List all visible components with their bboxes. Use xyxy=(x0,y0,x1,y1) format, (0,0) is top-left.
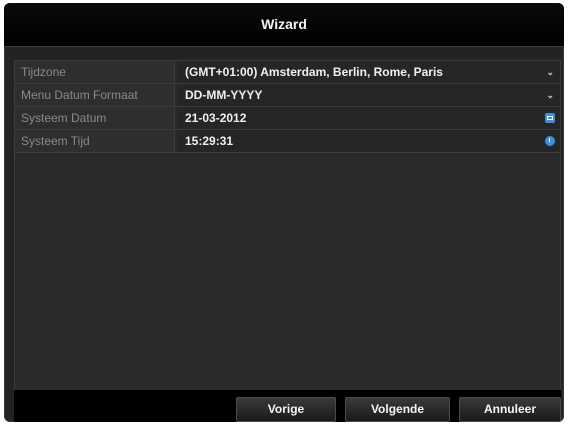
wizard-window: Wizard Tijdzone (GMT+01:00) Amsterdam, B… xyxy=(4,3,564,422)
window-title: Wizard xyxy=(261,16,307,32)
cancel-button[interactable]: Annuleer xyxy=(459,397,561,422)
timezone-row[interactable]: Tijdzone (GMT+01:00) Amsterdam, Berlin, … xyxy=(15,61,560,84)
system-time-value: 15:29:31 xyxy=(185,134,234,148)
date-format-label: Menu Datum Formaat xyxy=(15,84,175,106)
date-format-row[interactable]: Menu Datum Formaat DD-MM-YYYY ⌄ xyxy=(15,84,560,107)
system-time-field[interactable]: 15:29:31 xyxy=(177,130,560,152)
title-bar: Wizard xyxy=(4,3,564,47)
calendar-icon[interactable] xyxy=(545,113,555,123)
button-bar: Vorige Volgende Annuleer xyxy=(14,390,561,422)
system-time-label: Systeem Tijd xyxy=(15,130,175,152)
system-date-row[interactable]: Systeem Datum 21-03-2012 xyxy=(15,107,560,130)
clock-icon[interactable] xyxy=(545,136,555,146)
chevron-down-icon[interactable]: ⌄ xyxy=(546,84,554,106)
system-date-field[interactable]: 21-03-2012 xyxy=(177,107,560,129)
next-button[interactable]: Volgende xyxy=(345,397,450,422)
timezone-select[interactable]: (GMT+01:00) Amsterdam, Berlin, Rome, Par… xyxy=(177,61,560,83)
chevron-down-icon[interactable]: ⌄ xyxy=(546,61,554,83)
timezone-value: (GMT+01:00) Amsterdam, Berlin, Rome, Par… xyxy=(185,65,443,79)
date-format-value: DD-MM-YYYY xyxy=(185,88,263,102)
system-date-value: 21-03-2012 xyxy=(185,111,247,125)
settings-panel: Tijdzone (GMT+01:00) Amsterdam, Berlin, … xyxy=(14,60,561,392)
timezone-label: Tijdzone xyxy=(15,61,175,83)
system-date-label: Systeem Datum xyxy=(15,107,175,129)
system-time-row[interactable]: Systeem Tijd 15:29:31 xyxy=(15,130,560,153)
date-format-select[interactable]: DD-MM-YYYY ⌄ xyxy=(177,84,560,106)
previous-button[interactable]: Vorige xyxy=(236,397,336,422)
